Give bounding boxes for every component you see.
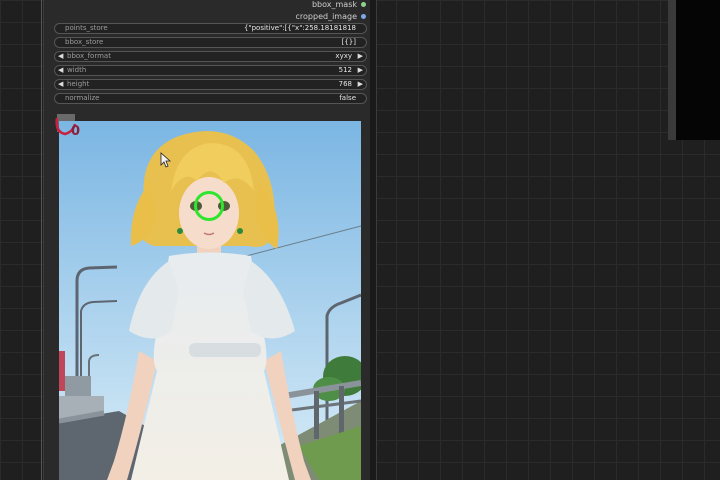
widget-points-store[interactable]: points_store {"positive":[{"x":258.18181…	[54, 23, 367, 34]
width-value: 512	[338, 66, 352, 74]
canvas-link-line	[41, 0, 42, 480]
widget-height[interactable]: ◀ height 768 ▶	[54, 79, 367, 90]
widget-normalize[interactable]: normalize false	[54, 93, 367, 104]
bbox-format-value: xyxy	[335, 52, 352, 60]
bbox-store-value: [{}]	[341, 38, 356, 46]
triangle-left-icon[interactable]: ◀	[58, 66, 63, 75]
widget-bbox-store[interactable]: bbox_store [{}]	[54, 37, 367, 48]
points-editor-node[interactable]: bbox_mask cropped_image points_store {"p…	[43, 0, 377, 480]
node-right-border	[370, 0, 376, 480]
width-label: width	[67, 66, 87, 74]
triangle-right-icon[interactable]: ▶	[358, 52, 363, 61]
height-value: 768	[338, 80, 352, 88]
adjacent-node-preview[interactable]	[668, 0, 720, 140]
points-store-label: points_store	[65, 24, 108, 32]
points-editor-canvas[interactable]: 0	[55, 112, 361, 480]
widget-bbox-format[interactable]: ◀ bbox_format xyxy ▶	[54, 51, 367, 62]
output-bbox-mask[interactable]: bbox_mask	[312, 0, 366, 9]
preview-image[interactable]	[59, 121, 361, 480]
output-cropped-image-slot-icon[interactable]	[361, 14, 366, 19]
output-cropped-image-label: cropped_image	[295, 12, 357, 21]
mouse-cursor-icon	[160, 152, 172, 168]
output-bbox-mask-slot-icon[interactable]	[361, 2, 366, 7]
normalize-value: false	[339, 94, 356, 102]
preview-image-illustration	[59, 121, 361, 480]
output-bbox-mask-label: bbox_mask	[311, 0, 357, 9]
triangle-right-icon[interactable]: ▶	[358, 66, 363, 75]
bbox-index-label: 0	[71, 124, 81, 139]
triangle-left-icon[interactable]: ◀	[58, 52, 63, 61]
height-label: height	[67, 80, 90, 88]
points-store-value: {"positive":[{"x":258.18181818	[243, 24, 356, 32]
positive-point-marker[interactable]	[194, 191, 224, 221]
widget-width[interactable]: ◀ width 512 ▶	[54, 65, 367, 76]
triangle-right-icon[interactable]: ▶	[358, 80, 363, 89]
normalize-label: normalize	[65, 94, 100, 102]
bbox-store-label: bbox_store	[65, 38, 104, 46]
bbox-format-label: bbox_format	[67, 52, 111, 60]
output-cropped-image[interactable]: cropped_image	[296, 12, 366, 21]
triangle-left-icon[interactable]: ◀	[58, 80, 63, 89]
